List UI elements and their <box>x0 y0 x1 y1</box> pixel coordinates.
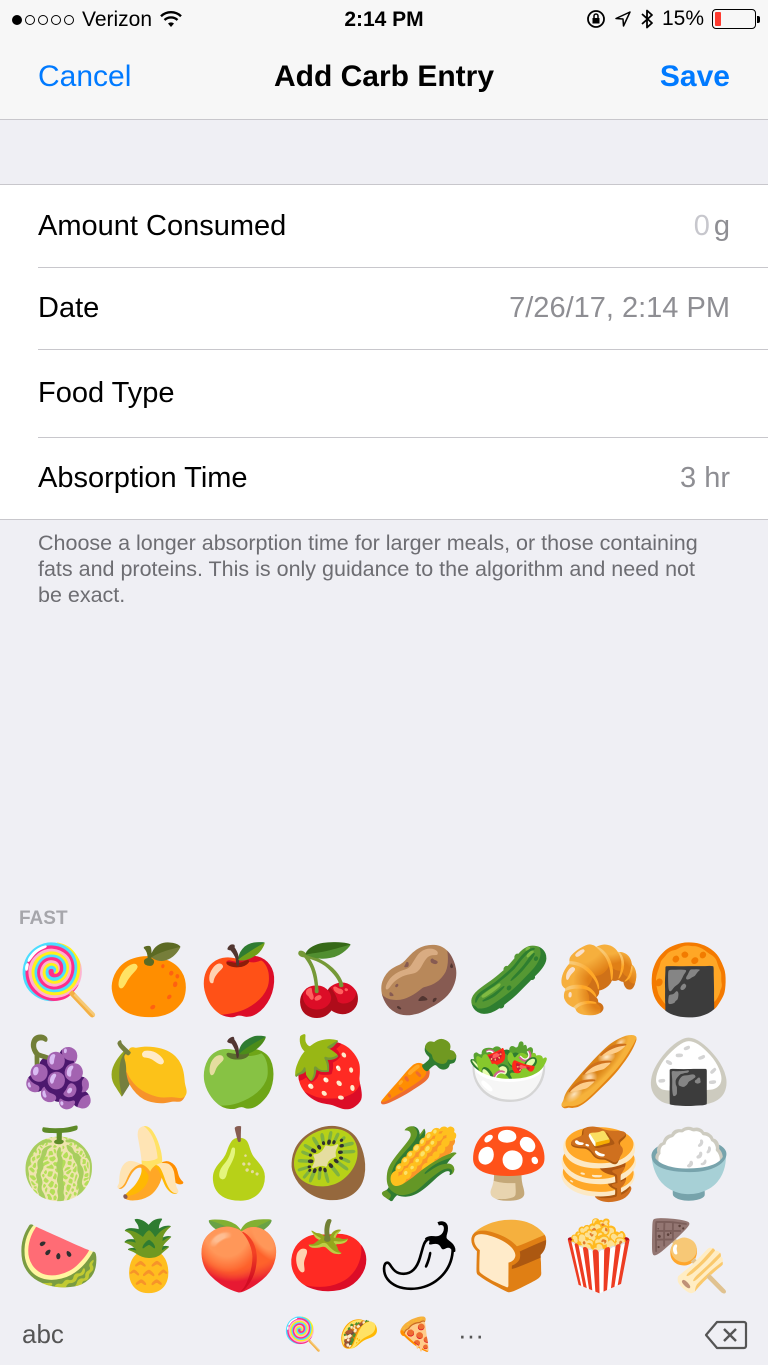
emoji-key[interactable]: 🥗 <box>464 1028 554 1118</box>
date-row[interactable]: Date 7/26/17, 2:14 PM <box>0 267 768 349</box>
amount-consumed-input[interactable]: 0 <box>694 210 710 243</box>
location-icon <box>615 11 631 27</box>
date-value[interactable]: 7/26/17, 2:14 PM <box>509 292 730 325</box>
emoji-key[interactable]: 🍐 <box>194 1120 284 1210</box>
navigation-bar: Cancel Add Carb Entry Save <box>0 40 768 120</box>
emoji-key[interactable]: 🍌 <box>104 1120 194 1210</box>
emoji-key[interactable]: 🍑 <box>194 1212 284 1302</box>
status-right: 15% <box>586 7 760 31</box>
emoji-key[interactable]: 🍭 <box>14 936 104 1026</box>
emoji-key[interactable]: 🍄 <box>464 1120 554 1210</box>
keyboard-bottom-bar: abc 🍭 🌮 🍕 ··· <box>0 1307 768 1365</box>
emoji-key[interactable]: 🍇 <box>14 1028 104 1118</box>
more-categories-button[interactable]: ··· <box>458 1315 484 1355</box>
emoji-key[interactable]: 🍋 <box>104 1028 194 1118</box>
amount-consumed-row[interactable]: Amount Consumed 0 g <box>0 185 768 267</box>
category-pizza-icon[interactable]: 🍕 <box>394 1315 436 1355</box>
emoji-grid: 🍭 🍇 🍈 🍉 🍊 🍋 🍌 🍍 🍎 🍏 🍐 🍑 🍒 🍓 🥝 🍅 🥔 🥕 🌽 🌶 🥒 🥗 🍄 🍞 🥐 🥖 🥞 🍿 🍘 🍙 🍚 🍢 <box>14 936 768 1308</box>
save-button[interactable]: Save <box>660 60 730 94</box>
emoji-key[interactable]: 🥝 <box>284 1120 374 1210</box>
battery-level-fill <box>715 12 721 26</box>
emoji-key[interactable]: 🥞 <box>554 1120 644 1210</box>
category-candy-icon[interactable]: 🍭 <box>282 1315 324 1355</box>
emoji-key[interactable]: 🥔 <box>374 936 464 1026</box>
emoji-key[interactable]: 🥖 <box>554 1028 644 1118</box>
carb-entry-form: Amount Consumed 0 g Date 7/26/17, 2:14 P… <box>0 184 768 520</box>
emoji-key[interactable]: 🥒 <box>464 936 554 1026</box>
emoji-key[interactable]: 🍊 <box>104 936 194 1026</box>
emoji-key[interactable]: 🥐 <box>554 936 644 1026</box>
absorption-time-row[interactable]: Absorption Time 3 hr <box>0 437 768 519</box>
delete-key-icon[interactable] <box>704 1319 748 1351</box>
emoji-key[interactable]: 🍒 <box>284 936 374 1026</box>
emoji-key[interactable]: 🍞 <box>464 1212 554 1302</box>
abc-keyboard-button[interactable]: abc <box>22 1319 64 1350</box>
emoji-key[interactable]: 🍙 <box>644 1028 734 1118</box>
emoji-key[interactable]: 🍚 <box>644 1120 734 1210</box>
amount-consumed-label: Amount Consumed <box>38 209 287 242</box>
food-type-label: Food Type <box>38 376 175 409</box>
category-taco-icon[interactable]: 🌮 <box>338 1315 380 1355</box>
emoji-key[interactable]: 🍘 <box>644 936 734 1026</box>
emoji-key[interactable]: 🥕 <box>374 1028 464 1118</box>
emoji-key[interactable]: 🍢 <box>644 1212 734 1302</box>
bluetooth-icon <box>641 9 653 29</box>
emoji-key[interactable]: 🍈 <box>14 1120 104 1210</box>
emoji-key[interactable]: 🍿 <box>554 1212 644 1302</box>
emoji-key[interactable]: 🌽 <box>374 1120 464 1210</box>
absorption-time-label: Absorption Time <box>38 461 248 494</box>
cancel-button[interactable]: Cancel <box>38 60 131 94</box>
date-label: Date <box>38 291 100 324</box>
absorption-time-value[interactable]: 3 hr <box>680 462 730 495</box>
battery-icon <box>712 9 760 29</box>
emoji-keyboard: FAST 🍭 🍇 🍈 🍉 🍊 🍋 🍌 🍍 🍎 🍏 🍐 🍑 🍒 🍓 🥝 🍅 🥔 🥕 🌽 🌶 🥒 🥗 🍄 🍞 🥐 🥖 🥞 🍿 🍘 🍙 🍚 🍢 ab… <box>0 898 768 1365</box>
emoji-key[interactable]: 🌶 <box>374 1212 464 1302</box>
status-bar: Verizon 2:14 PM 15% <box>0 0 768 40</box>
absorption-footer-note: Choose a longer absorption time for larg… <box>38 531 698 607</box>
emoji-key[interactable]: 🍏 <box>194 1028 284 1118</box>
emoji-key[interactable]: 🍉 <box>14 1212 104 1302</box>
emoji-key[interactable]: 🍍 <box>104 1212 194 1302</box>
amount-unit: g <box>713 209 730 242</box>
emoji-key[interactable]: 🍅 <box>284 1212 374 1302</box>
emoji-section-label: FAST <box>19 908 68 929</box>
emoji-key[interactable]: 🍎 <box>194 936 284 1026</box>
rotation-lock-icon <box>587 10 605 28</box>
emoji-key[interactable]: 🍓 <box>284 1028 374 1118</box>
food-type-row[interactable]: Food Type <box>0 349 768 437</box>
battery-percent: 15% <box>661 7 704 30</box>
emoji-category-bar: 🍭 🌮 🍕 ··· <box>282 1315 484 1355</box>
